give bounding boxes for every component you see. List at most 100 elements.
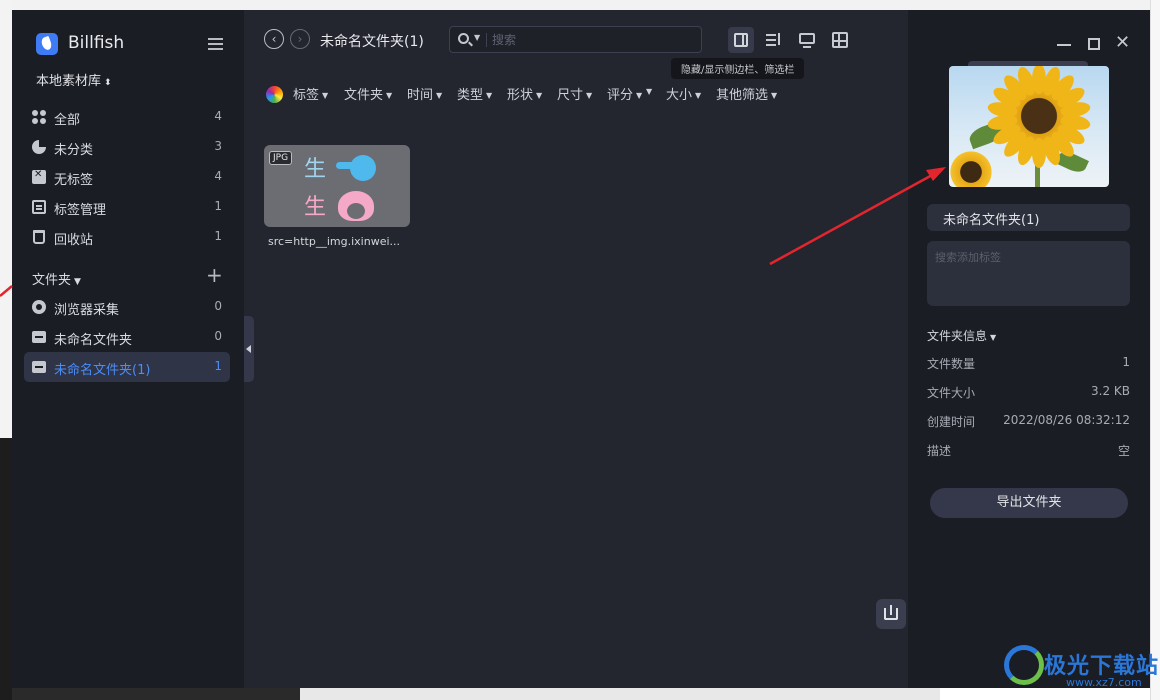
toggle-sidebar-icon[interactable] — [728, 27, 754, 53]
filter-label: 类型 — [457, 88, 484, 103]
filter-size[interactable]: 尺寸 ▼ — [557, 84, 592, 103]
folder-cover-preview[interactable] — [949, 66, 1109, 187]
filter-label: 标签 — [293, 88, 320, 103]
search-input[interactable] — [492, 30, 692, 50]
minimize-icon[interactable] — [1057, 44, 1071, 46]
color-filter-icon[interactable] — [266, 86, 283, 103]
caret-down-icon: ▼ — [322, 91, 329, 100]
info-row: 创建时间 2022/08/26 08:32:12 — [927, 413, 1130, 431]
caret-down-icon: ▼ — [74, 277, 81, 287]
forward-button[interactable]: › — [290, 29, 310, 49]
sidebar-item-label: 无标签 — [54, 173, 94, 188]
tag-manage-icon — [32, 200, 46, 214]
library-name: 本地素材库 — [36, 74, 102, 89]
sidebar-item-trash[interactable]: 回收站 1 — [24, 222, 230, 252]
folders-section-title: 文件夹 — [32, 273, 72, 288]
background-desktop-bottom — [300, 688, 940, 700]
folder-info-title: 文件夹信息 — [927, 329, 988, 343]
folder-label: 浏览器采集 — [54, 303, 120, 318]
folder-icon — [32, 361, 46, 373]
file-type-badge: JPG — [269, 151, 293, 165]
caret-down-icon: ▼ — [436, 91, 443, 100]
folders-section-toggle[interactable]: 文件夹 ▼ — [32, 269, 81, 288]
import-icon[interactable] — [876, 599, 906, 629]
folder-label: 未命名文件夹(1) — [54, 363, 151, 378]
updown-caret-icon: ⬍ — [104, 78, 112, 88]
caret-down-icon: ▼ — [636, 91, 643, 100]
sunflower-large — [986, 66, 1092, 168]
sidebar-item-count: 1 — [214, 229, 222, 243]
current-folder-title: 未命名文件夹(1) — [320, 34, 424, 50]
sidebar-item-all[interactable]: 全部 4 — [24, 102, 230, 132]
info-value: 1 — [1122, 355, 1130, 369]
billfish-window: Billfish 本地素材库⬍ 全部 4 未分类 3 无标签 4 标签管理 1 … — [12, 10, 1150, 688]
sidebar-item-untagged[interactable]: 无标签 4 — [24, 162, 230, 192]
untagged-icon — [32, 169, 46, 184]
filter-unlabeled[interactable]: ▼ — [643, 84, 652, 99]
info-row: 文件大小 3.2 KB — [927, 384, 1130, 402]
grid-view-icon[interactable] — [827, 27, 853, 53]
sidebar-item-count: 4 — [214, 109, 222, 123]
sidebar: Billfish 本地素材库⬍ 全部 4 未分类 3 无标签 4 标签管理 1 … — [12, 10, 244, 688]
filter-label: 时间 — [407, 88, 434, 103]
filter-label: 大小 — [666, 88, 693, 103]
cap-head-shape — [350, 155, 376, 181]
sidebar-item-uncategorized[interactable]: 未分类 3 — [24, 132, 230, 162]
add-folder-plus-icon[interactable]: + — [206, 265, 223, 285]
background-desktop-top — [12, 0, 1150, 10]
sidebar-folder-unnamed[interactable]: 未命名文件夹 0 — [24, 322, 230, 352]
filter-settings-icon[interactable] — [761, 27, 787, 53]
info-key: 创建时间 — [927, 415, 976, 429]
filter-tags[interactable]: 标签 ▼ — [293, 84, 328, 103]
sidebar-folder-unnamed-1[interactable]: 未命名文件夹(1) 1 — [24, 352, 230, 382]
filter-type[interactable]: 类型 ▼ — [457, 84, 492, 103]
background-desktop-bottom-dark — [12, 688, 302, 700]
folder-count: 0 — [214, 329, 222, 343]
watermark-logo-icon — [1004, 645, 1044, 685]
billfish-logo-icon — [36, 33, 58, 55]
caret-down-icon: ▼ — [695, 91, 702, 100]
folder-info-toggle[interactable]: 文件夹信息 ▼ — [927, 327, 996, 344]
info-value: 2022/08/26 08:32:12 — [1003, 413, 1130, 427]
filter-time[interactable]: 时间 ▼ — [407, 84, 442, 103]
filter-label: 尺寸 — [557, 88, 584, 103]
search-box[interactable]: ▼ — [449, 26, 702, 53]
hamburger-menu-icon[interactable] — [208, 38, 223, 50]
trash-icon — [33, 230, 45, 244]
back-button[interactable]: ‹ — [264, 29, 284, 49]
filter-label: 形状 — [507, 88, 534, 103]
filter-other[interactable]: 其他筛选 ▼ — [716, 84, 777, 103]
waterfall-view-icon[interactable] — [860, 27, 886, 53]
sidebar-item-tag-management[interactable]: 标签管理 1 — [24, 192, 230, 222]
sidebar-item-count: 4 — [214, 169, 222, 183]
sidebar-item-label: 未分类 — [54, 143, 94, 158]
folder-name-field[interactable]: 未命名文件夹(1) — [927, 204, 1130, 231]
info-row: 文件数量 1 — [927, 355, 1130, 373]
filter-rating[interactable]: 评分 ▼ — [607, 84, 642, 103]
sidebar-item-count: 1 — [214, 199, 222, 213]
filter-filesize[interactable]: 大小 ▼ — [666, 84, 701, 103]
export-folder-button[interactable]: 导出文件夹 — [930, 488, 1128, 518]
tag-input[interactable]: 搜索添加标签 — [927, 241, 1130, 306]
search-icon[interactable] — [458, 33, 469, 44]
filter-shape[interactable]: 形状 ▼ — [507, 84, 542, 103]
info-key: 描述 — [927, 444, 952, 458]
girl-face-shape — [347, 203, 365, 219]
sidebar-folder-browser-collect[interactable]: 浏览器采集 0 — [24, 292, 230, 322]
info-value[interactable]: 空 — [1118, 442, 1130, 459]
file-thumbnail[interactable]: JPG 生 生 — [264, 145, 410, 227]
library-selector[interactable]: 本地素材库 ⬍ — [36, 70, 112, 89]
file-name[interactable]: src=http__img.ixinwei... — [268, 235, 400, 248]
maximize-icon[interactable] — [1088, 38, 1100, 50]
sidebar-collapse-handle[interactable] — [244, 316, 254, 382]
monitor-view-icon[interactable] — [794, 27, 820, 53]
close-icon[interactable]: ✕ — [1115, 34, 1130, 52]
folder-icon — [32, 331, 46, 343]
filter-folder[interactable]: 文件夹 ▼ — [344, 84, 392, 103]
sidebar-item-count: 3 — [214, 139, 222, 153]
background-desktop-right — [1150, 0, 1160, 700]
globe-icon — [32, 300, 46, 314]
chevron-down-icon[interactable]: ▼ — [474, 33, 480, 42]
info-key: 文件数量 — [927, 357, 976, 371]
sunflower-small — [949, 142, 1001, 187]
